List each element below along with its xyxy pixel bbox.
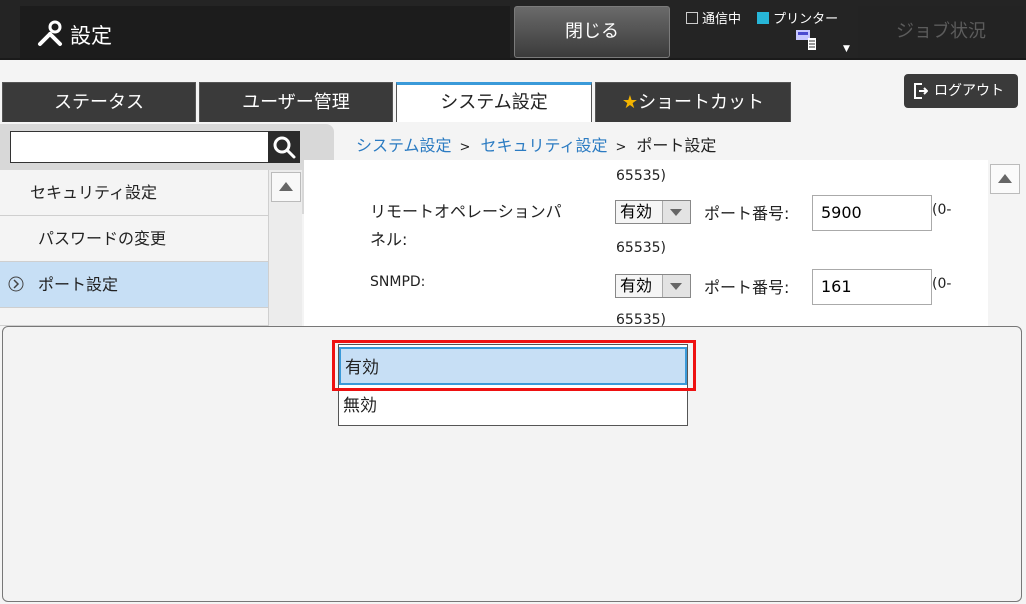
port-range-tail: 65535): [616, 168, 666, 184]
tab-status[interactable]: ステータス: [2, 82, 196, 122]
nav-item-partial: [0, 308, 268, 326]
snmpd-label: SNMPD:: [370, 274, 426, 290]
remote-panel-select-value: 有効: [620, 202, 653, 221]
tab-system-settings[interactable]: システム設定: [396, 82, 592, 122]
status-indicators: 通信中 プリンター: [686, 8, 838, 27]
triangle-up-icon: [279, 182, 293, 191]
nav-scroll-up-button[interactable]: [271, 172, 301, 202]
job-status-button[interactable]: ジョブ状況: [858, 6, 1024, 58]
app-title-bar: 設定: [20, 6, 510, 58]
nav-item-password-change[interactable]: パスワードの変更: [0, 216, 268, 262]
search-button[interactable]: [268, 131, 300, 163]
tab-user-management[interactable]: ユーザー管理: [199, 82, 393, 122]
nav-item-port-settings[interactable]: ポート設定: [0, 262, 268, 308]
top-header: 設定 閉じる 通信中 プリンター ▼ ジョブ状況: [0, 0, 1026, 60]
tab-shortcut-label: ショートカット: [638, 92, 765, 113]
selection-highlight: [332, 340, 696, 391]
dropdown-arrow-icon: [662, 275, 690, 297]
option-disabled[interactable]: 無効: [339, 387, 687, 425]
nav-item-port-settings-label: ポート設定: [38, 275, 119, 294]
content-scrollbar[interactable]: [990, 160, 1022, 328]
breadcrumb-separator: >: [459, 140, 471, 155]
content-scroll-up-button[interactable]: [990, 164, 1020, 194]
close-button[interactable]: 閉じる: [514, 6, 670, 58]
dropdown-arrow-icon: [662, 201, 690, 223]
printer-status-label: プリンター: [773, 12, 839, 27]
breadcrumb-system-settings[interactable]: システム設定: [356, 136, 452, 155]
logout-button[interactable]: ログアウト: [904, 74, 1018, 108]
comm-status-icon: [686, 12, 698, 24]
remote-panel-label-line2: ネル:: [370, 230, 408, 249]
page-title: 設定: [70, 24, 112, 48]
comm-status-label: 通信中: [702, 12, 742, 27]
snmpd-select-value: 有効: [620, 276, 653, 295]
logout-label: ログアウト: [934, 83, 1004, 99]
breadcrumb-separator: >: [615, 140, 627, 155]
logout-icon: [914, 83, 928, 99]
search-input[interactable]: [10, 131, 270, 163]
snmpd-port-label: ポート番号:: [704, 278, 790, 297]
port-range-tail: 65535): [616, 240, 666, 256]
remote-panel-port-label: ポート番号:: [704, 204, 790, 223]
content-panel: 65535) リモートオペレーションパ ネル: 有効 ポート番号: 5900 (…: [304, 160, 988, 328]
breadcrumb-security-settings[interactable]: セキュリティ設定: [480, 136, 607, 155]
chevron-right-icon: [8, 276, 24, 292]
triangle-up-icon: [998, 174, 1012, 183]
remote-panel-select[interactable]: 有効: [615, 200, 691, 224]
breadcrumb: システム設定 > セキュリティ設定 > ポート設定: [356, 132, 716, 156]
star-icon: ★: [621, 92, 639, 113]
remote-panel-port-input[interactable]: 5900: [812, 195, 932, 231]
snmpd-select[interactable]: 有効: [615, 274, 691, 298]
remote-panel-label-line1: リモートオペレーションパ: [370, 202, 562, 221]
search-icon: [273, 136, 296, 159]
snmpd-port-input[interactable]: 161: [812, 269, 932, 305]
wrench-icon: [38, 20, 62, 46]
dropdown-arrow-icon[interactable]: ▼: [843, 44, 850, 54]
nav-item-security-settings[interactable]: セキュリティ設定: [0, 170, 268, 216]
tab-shortcut[interactable]: ★ショートカット: [595, 82, 791, 122]
port-range-head: (0-: [932, 276, 952, 292]
printer-icon[interactable]: [794, 28, 820, 52]
breadcrumb-port-settings: ポート設定: [636, 136, 717, 155]
port-range-head: (0-: [932, 202, 952, 218]
printer-status-icon: [757, 12, 770, 24]
